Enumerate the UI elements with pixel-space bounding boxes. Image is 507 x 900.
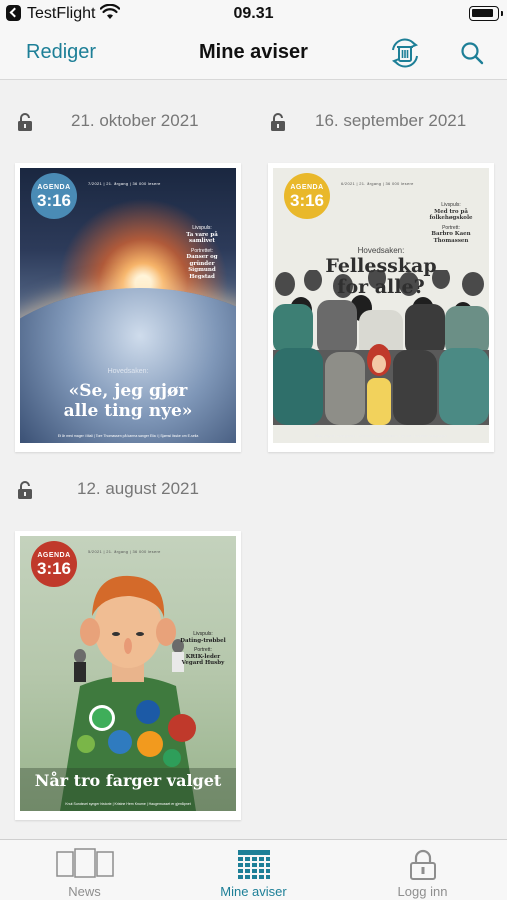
issue-item: 16. september 2021 AGENDA 3:16 6/2021 | … [268,106,498,456]
grid-calendar-icon [237,850,270,879]
cover-side-teaser: Livspuls: Med tro på folkehøgskole Portr… [423,202,479,244]
tab-news[interactable]: News [0,840,169,900]
agenda-logo-disc: AGENDA 3:16 [31,541,77,587]
issue-item: 12. august 2021 AGENDA 3:16 5/2021 | 21.… [15,474,245,824]
status-bar: TestFlight 09.31 [0,0,507,28]
issue-header: 16. september 2021 [268,106,498,136]
navigation-bar: Rediger Mine aviser [0,28,507,80]
issue-item: 21. oktober 2021 AGENDA 3:16 7/2021 | 21… [15,106,245,456]
issue-cover-card[interactable]: AGENDA 3:16 6/2021 | 21. årgang | 36 000… [268,163,494,452]
cover-footer: Et år med mager i Mali | Tore Thomassen … [57,434,199,438]
cover-footer: Knut Sundsvei synger historie | Kristne … [65,802,191,806]
tab-label: Mine aviser [220,884,287,899]
magazine-cover: AGENDA 3:16 5/2021 | 21. årgang | 36 000… [20,536,236,811]
cover-meta: 7/2021 | 21. årgang | 36 000 lesere [88,181,161,186]
magazine-cover: AGENDA 3:16 7/2021 | 21. årgang | 36 000… [20,168,236,443]
logo-number: 3:16 [36,558,72,578]
tab-label: Logg inn [397,884,448,899]
cover-side-teaser: Livspuls: Ta vare på samlivet Portrettet… [178,225,226,280]
agenda-logo: AGENDA 3:16 [284,173,330,233]
clock: 09.31 [233,5,274,22]
page-title: Mine aviser [199,41,308,63]
tab-mine-aviser[interactable]: Mine aviser [169,840,338,900]
cover-kicker: Hovedsaken: [107,368,149,375]
issue-date: 12. august 2021 [77,479,199,498]
unlocked-padlock-icon [18,481,32,499]
teaser-text: Dating-trøbbel [180,637,226,644]
magazine-cover: AGENDA 3:16 6/2021 | 21. årgang | 36 000… [273,168,489,443]
issue-cover-card[interactable]: AGENDA 3:16 5/2021 | 21. årgang | 36 000… [15,531,241,820]
logo-number: 3:16 [289,190,325,210]
agenda-logo-disc: AGENDA 3:16 [31,173,77,219]
search-icon[interactable] [459,40,485,66]
cover-meta: 6/2021 | 21. årgang | 36 000 lesere [341,181,414,186]
issues-grid: 21. oktober 2021 AGENDA 3:16 7/2021 | 21… [0,81,507,839]
battery-icon [469,6,503,21]
unlocked-padlock-icon [271,113,285,131]
teaser-text: KRIK-leder Vegard Husby [181,653,225,667]
agenda-logo: AGENDA 3:16 [31,173,77,233]
cover-headline: «Se, jeg gjør alle ting nye» [63,381,193,421]
tab-bar: News Mine aviser Logg inn [0,839,507,900]
cover-footer: Slipp unge til i menigheten | Svenske mi… [314,434,448,438]
teaser-text: Ta vare på samlivet [186,231,218,245]
agenda-logo-disc: AGENDA 3:16 [284,173,330,219]
unlocked-padlock-icon [18,113,32,131]
cover-headline: Når tro farger valget [34,771,222,790]
teaser-text: Med tro på folkehøgskole [429,208,473,222]
issue-header: 21. oktober 2021 [15,106,245,136]
cover-meta: 5/2021 | 21. årgang | 36 000 lesere [88,549,161,554]
issue-date: 21. oktober 2021 [71,111,199,130]
tab-logg-inn[interactable]: Logg inn [338,840,507,900]
cover-headline: Fellesskap for alle? [325,255,437,298]
cover-kicker: Hovedsaken: [357,246,405,255]
teaser-text: Danser og gründer Sigmund Hegstad [186,254,218,280]
issue-date: 16. september 2021 [315,111,467,130]
issue-header: 12. august 2021 [15,474,245,504]
padlock-icon [409,849,436,880]
newspapers-icon [55,848,114,878]
cover-side-teaser: Livspuls: Dating-trøbbel Portrett: KRIK-… [180,631,226,667]
teaser-text: Barbro Kaen Thomassen [431,231,471,244]
trash-sync-icon[interactable] [388,36,422,70]
agenda-logo: AGENDA 3:16 [31,541,77,601]
tab-label: News [68,884,101,899]
logo-number: 3:16 [36,190,72,210]
issue-cover-card[interactable]: AGENDA 3:16 7/2021 | 21. årgang | 36 000… [15,163,241,452]
